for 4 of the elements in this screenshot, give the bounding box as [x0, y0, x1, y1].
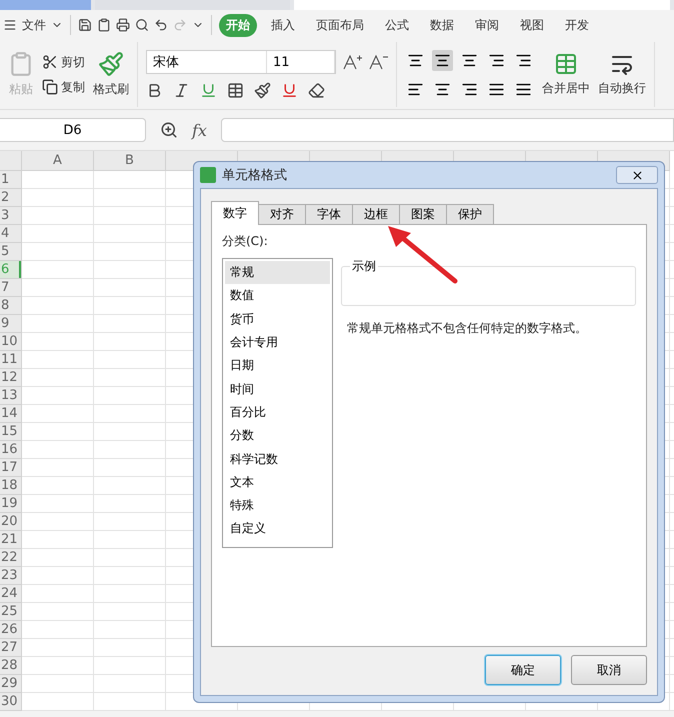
description-text: 常规单元格格式不包含任何特定的数字格式。 [346, 320, 588, 337]
dialog-title: 单元格格式 [222, 167, 288, 184]
sample-label: 示例 [351, 258, 377, 275]
category-label: 分类(C): [222, 233, 269, 250]
